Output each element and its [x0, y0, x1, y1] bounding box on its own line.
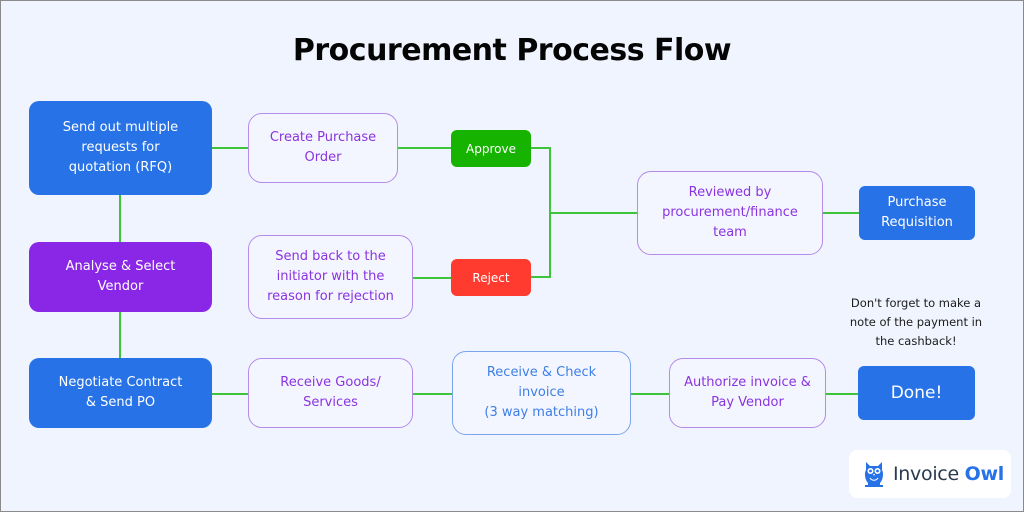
connector-authorize-to-done: [826, 393, 858, 395]
owl-icon: [864, 462, 884, 487]
node-receive-goods: Receive Goods/ Services: [248, 358, 413, 428]
connector-reject-stub: [531, 276, 550, 278]
node-send-back: Send back to the initiator with the reas…: [248, 235, 413, 319]
invoice-owl-logo: Invoice Owl: [849, 450, 1011, 498]
connector-rfq-to-vendor: [119, 195, 121, 242]
connector-send-back-to-reject: [413, 277, 451, 279]
node-receive-check-invoice: Receive & Check invoice (3 way matching): [452, 351, 631, 435]
node-purchase-requisition: Purchase Requisition: [859, 186, 975, 240]
node-authorize-invoice: Authorize invoice & Pay Vendor: [669, 358, 826, 428]
logo-text-primary: Invoice: [893, 463, 959, 485]
logo-text-accent: Owl: [964, 463, 1005, 485]
node-negotiate-contract: Negotiate Contract & Send PO: [29, 358, 212, 428]
connector-approve-stub: [531, 147, 550, 149]
connector-vendor-to-negotiate: [119, 312, 121, 358]
node-analyse-select-vendor: Analyse & Select Vendor: [29, 242, 212, 312]
connector-create-po-to-approve: [398, 147, 451, 149]
flowchart-canvas: Procurement Process Flow Send out multip…: [0, 0, 1024, 512]
connector-receive-goods-to-check: [413, 393, 452, 395]
logo-text: Invoice Owl: [893, 463, 1004, 485]
node-reviewed-by-procurement: Reviewed by procurement/finance team: [637, 171, 823, 255]
node-approve: Approve: [451, 130, 531, 167]
payment-note: Don't forget to make a note of the payme…: [849, 296, 983, 348]
connector-decision-to-review: [549, 212, 637, 214]
connector-review-to-requisition: [823, 212, 859, 214]
node-rfq: Send out multiple requests for quotation…: [29, 101, 212, 195]
node-done: Done!: [858, 366, 975, 420]
connector-rfq-to-create-po: [212, 147, 248, 149]
connector-check-to-authorize: [631, 393, 669, 395]
page-title: Procurement Process Flow: [292, 33, 732, 68]
connector-negotiate-to-receive-goods: [212, 393, 248, 395]
node-reject: Reject: [451, 259, 531, 296]
node-create-purchase-order: Create Purchase Order: [248, 113, 398, 183]
